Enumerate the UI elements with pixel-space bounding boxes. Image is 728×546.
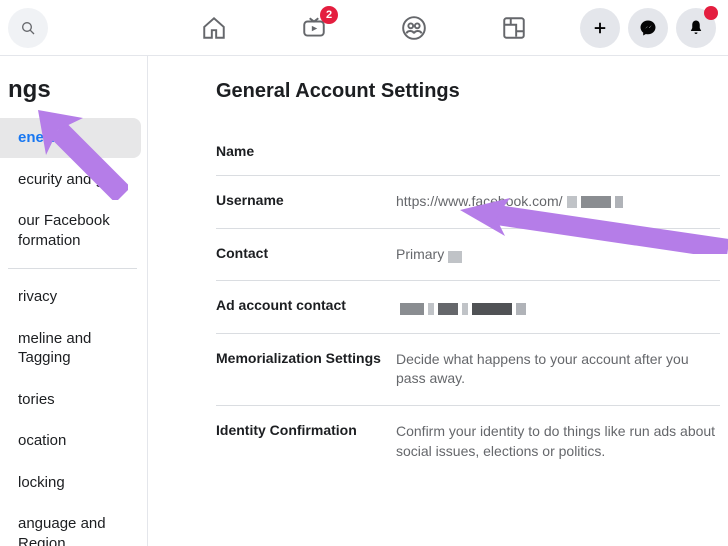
- row-name-label: Name: [216, 143, 396, 159]
- notifications-badge: [704, 6, 718, 20]
- sidebar-item-privacy[interactable]: rivacy: [0, 277, 141, 317]
- sidebar-heading: ngs: [0, 76, 147, 116]
- sidebar-item-language[interactable]: anguage and Region: [0, 504, 141, 546]
- row-identity[interactable]: Identity Confirmation Confirm your ident…: [216, 406, 720, 477]
- page-title: General Account Settings: [216, 80, 720, 103]
- row-name[interactable]: Name: [216, 127, 720, 176]
- watch-badge: 2: [320, 6, 338, 24]
- row-contact-label: Contact: [216, 245, 396, 261]
- row-identity-value: Confirm your identity to do things like …: [396, 422, 720, 461]
- sidebar-item-stories[interactable]: tories: [0, 380, 141, 420]
- settings-sidebar: ngs eneral ecurity and gin our Facebook …: [0, 56, 148, 546]
- groups-icon: [401, 15, 427, 41]
- content-panel: General Account Settings Name Username h…: [188, 56, 728, 546]
- row-adcontact-label: Ad account contact: [216, 297, 396, 313]
- gaming-icon: [501, 15, 527, 41]
- main-area: ngs eneral ecurity and gin our Facebook …: [0, 56, 728, 546]
- redacted-contact: [448, 249, 466, 261]
- nav-watch[interactable]: 2: [294, 8, 334, 48]
- row-contact[interactable]: Contact Primary: [216, 229, 720, 282]
- row-username-value: https://www.facebook.com/: [396, 192, 720, 212]
- row-memorial-value: Decide what happens to your account afte…: [396, 350, 720, 389]
- plus-icon: [591, 19, 609, 37]
- sidebar-item-security[interactable]: ecurity and gin: [0, 160, 141, 200]
- messenger-button[interactable]: [628, 8, 668, 48]
- row-adcontact[interactable]: Ad account contact: [216, 281, 720, 334]
- top-bar-right: [580, 8, 716, 48]
- messenger-icon: [639, 19, 657, 37]
- search-icon: [20, 20, 36, 36]
- create-button[interactable]: [580, 8, 620, 48]
- notifications-button[interactable]: [676, 8, 716, 48]
- sidebar-item-blocking[interactable]: locking: [0, 463, 141, 503]
- row-identity-label: Identity Confirmation: [216, 422, 396, 438]
- nav-home[interactable]: [194, 8, 234, 48]
- row-username-label: Username: [216, 192, 396, 208]
- bell-icon: [687, 19, 705, 37]
- row-username[interactable]: Username https://www.facebook.com/: [216, 176, 720, 229]
- nav-gaming[interactable]: [494, 8, 534, 48]
- row-adcontact-value: [396, 297, 720, 317]
- row-memorial[interactable]: Memorialization Settings Decide what hap…: [216, 334, 720, 406]
- sidebar-item-location[interactable]: ocation: [0, 421, 141, 461]
- search-button[interactable]: [8, 8, 48, 48]
- home-icon: [201, 15, 227, 41]
- redacted-adcontact: [400, 301, 530, 313]
- nav-groups[interactable]: [394, 8, 434, 48]
- top-bar: 2: [0, 0, 728, 56]
- redacted-username: [567, 196, 627, 208]
- sidebar-item-timeline[interactable]: meline and Tagging: [0, 319, 141, 378]
- row-contact-value: Primary: [396, 245, 720, 265]
- row-memorial-label: Memorialization Settings: [216, 350, 396, 366]
- sidebar-divider: [8, 268, 137, 269]
- top-nav-center: 2: [194, 8, 534, 48]
- sidebar-item-your-info[interactable]: our Facebook formation: [0, 201, 141, 260]
- sidebar-item-general[interactable]: eneral: [0, 118, 141, 158]
